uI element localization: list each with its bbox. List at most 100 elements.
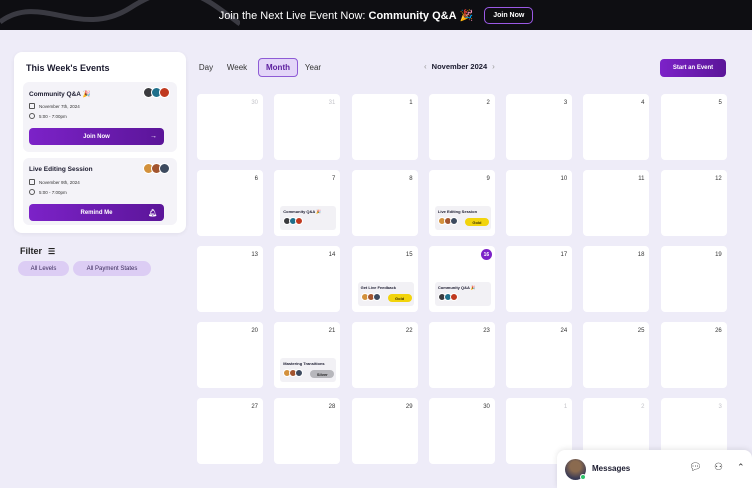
day-number: 18 xyxy=(637,252,645,258)
calendar-day[interactable]: 10 xyxy=(506,170,573,236)
bell-icon: 🔔︎ xyxy=(148,209,157,217)
banner-join-button[interactable]: Join Now xyxy=(484,6,534,24)
calendar-day[interactable]: 30 xyxy=(428,398,495,464)
tab-month[interactable]: Month xyxy=(258,58,298,77)
chevron-right-icon[interactable]: › xyxy=(492,62,495,71)
calendar-day[interactable]: 26 xyxy=(660,322,727,388)
day-number: 3 xyxy=(563,100,568,106)
weekly-event-card[interactable]: Live Editing Session November 9th, 2024 … xyxy=(23,158,177,225)
sliders-icon: ☰ xyxy=(48,246,56,256)
calendar-day[interactable]: 8 xyxy=(351,170,418,236)
party-icon: 🎉 xyxy=(459,9,474,22)
attendee-avatars xyxy=(437,293,458,301)
tier-badge: Silver xyxy=(310,370,335,378)
day-number: 28 xyxy=(328,404,336,410)
clock-icon xyxy=(29,189,35,195)
day-number: 30 xyxy=(251,100,258,106)
event-date-row: November 9th, 2024 xyxy=(29,179,80,185)
day-number: 2 xyxy=(486,100,490,106)
tier-badge: Gold xyxy=(387,294,412,302)
messages-panel[interactable]: Messages 💬︎ ⚇ ⌃ xyxy=(557,450,752,488)
today-day-number: 16 xyxy=(480,249,492,260)
calendar-day[interactable]: 29 xyxy=(351,398,418,464)
filter-chip-levels[interactable]: All Levels xyxy=(18,261,69,276)
top-banner: Join the Next Live Event Now: Community … xyxy=(0,0,752,30)
tab-year[interactable]: Year xyxy=(302,58,324,77)
calendar-event[interactable]: Live Editing Session Gold xyxy=(434,206,491,230)
avatar xyxy=(159,87,170,98)
calendar-day[interactable]: 1 xyxy=(351,94,418,160)
calendar-day[interactable]: 22 xyxy=(351,322,418,388)
avatar xyxy=(159,163,170,174)
day-number: 10 xyxy=(560,176,568,182)
calendar-day[interactable]: 23 xyxy=(428,322,495,388)
online-status-dot xyxy=(580,474,586,480)
calendar-event[interactable]: Get Live Feedback Gold xyxy=(357,282,414,306)
month-navigator: ‹ November 2024 › xyxy=(424,62,495,71)
filter-chip-payment[interactable]: All Payment States xyxy=(73,261,151,276)
day-number: 1 xyxy=(409,100,413,106)
calendar-day[interactable]: 16 Community Q&A 🎉 xyxy=(428,246,495,312)
calendar-day[interactable]: 24 xyxy=(506,322,573,388)
remind-me-button[interactable]: Remind Me 🔔︎ xyxy=(29,204,164,221)
calendar-day[interactable]: 11 xyxy=(583,170,650,236)
banner-highlight: Community Q&A xyxy=(368,9,457,22)
contacts-icon[interactable]: ⚇ xyxy=(714,462,723,473)
day-number: 23 xyxy=(483,328,490,334)
calendar-day[interactable]: 19 xyxy=(660,246,727,312)
calendar-day[interactable]: 30 xyxy=(197,94,263,160)
calendar-day[interactable]: 17 xyxy=(506,246,573,312)
calendar-day[interactable]: 7 Community Q&A 🎉 xyxy=(274,170,341,236)
calendar-day[interactable]: 28 xyxy=(274,398,341,464)
messages-label: Messages xyxy=(592,464,631,473)
avatar xyxy=(295,217,304,225)
new-message-icon[interactable]: 💬︎ xyxy=(689,462,702,473)
calendar-grid: 30 31 1 2 3 4 5 6 7 Community Q&A 🎉 8 9 Live Editing… xyxy=(197,94,727,464)
day-number: 8 xyxy=(409,176,413,182)
tab-day[interactable]: Day xyxy=(196,58,216,77)
tab-week[interactable]: Week xyxy=(224,58,250,77)
day-number: 15 xyxy=(405,252,413,258)
calendar-day[interactable]: 31 xyxy=(274,94,341,160)
calendar-day[interactable]: 2 xyxy=(428,94,495,160)
calendar-day[interactable]: 25 xyxy=(583,322,650,388)
tier-badge: Gold xyxy=(464,218,489,226)
day-number: 6 xyxy=(254,176,258,182)
month-label: November 2024 xyxy=(431,62,488,71)
calendar-event[interactable]: Community Q&A 🎉 xyxy=(280,206,337,230)
filter-label[interactable]: Filter ☰ xyxy=(20,246,55,256)
weekly-event-card[interactable]: Community Q&A 🎉 November 7th, 2024 5:00 … xyxy=(23,82,177,152)
calendar-event[interactable]: Mastering Transitions Silver xyxy=(280,358,337,382)
calendar-day[interactable]: 20 xyxy=(197,322,263,388)
day-number: 13 xyxy=(251,252,258,258)
attendee-avatars xyxy=(283,217,304,225)
day-number: 22 xyxy=(405,328,413,334)
calendar-day[interactable]: 15 Get Live Feedback Gold xyxy=(351,246,418,312)
day-number: 11 xyxy=(638,176,645,182)
calendar-day[interactable]: 14 xyxy=(274,246,341,312)
calendar-day[interactable]: 21 Mastering Transitions Silver xyxy=(274,322,341,388)
banner-text: Join the Next Live Event Now: Community … xyxy=(218,9,474,22)
calendar-event[interactable]: Community Q&A 🎉 xyxy=(434,282,491,306)
avatar xyxy=(295,369,304,377)
day-number: 30 xyxy=(483,404,490,410)
banner-swirl-decoration xyxy=(0,0,240,26)
calendar-day[interactable]: 13 xyxy=(197,246,263,312)
attendee-avatars xyxy=(283,369,304,377)
calendar-day[interactable]: 27 xyxy=(197,398,263,464)
event-time-row: 5:00 - 7:00pm xyxy=(29,113,67,119)
calendar-day[interactable]: 6 xyxy=(197,170,263,236)
calendar-day[interactable]: 4 xyxy=(583,94,650,160)
calendar-day[interactable]: 18 xyxy=(583,246,650,312)
calendar-day[interactable]: 12 xyxy=(660,170,727,236)
chevron-up-icon[interactable]: ⌃ xyxy=(737,462,745,473)
day-number: 14 xyxy=(328,252,336,258)
start-event-button[interactable]: Start an Event xyxy=(660,59,726,77)
chevron-left-icon[interactable]: ‹ xyxy=(424,62,427,71)
calendar-day[interactable]: 9 Live Editing Session Gold xyxy=(428,170,495,236)
calendar-day[interactable]: 3 xyxy=(506,94,573,160)
calendar-day[interactable]: 5 xyxy=(660,94,727,160)
day-number: 24 xyxy=(560,328,568,334)
join-now-button[interactable]: Join Now → xyxy=(29,128,164,145)
event-name: Community Q&A 🎉 xyxy=(29,91,91,98)
